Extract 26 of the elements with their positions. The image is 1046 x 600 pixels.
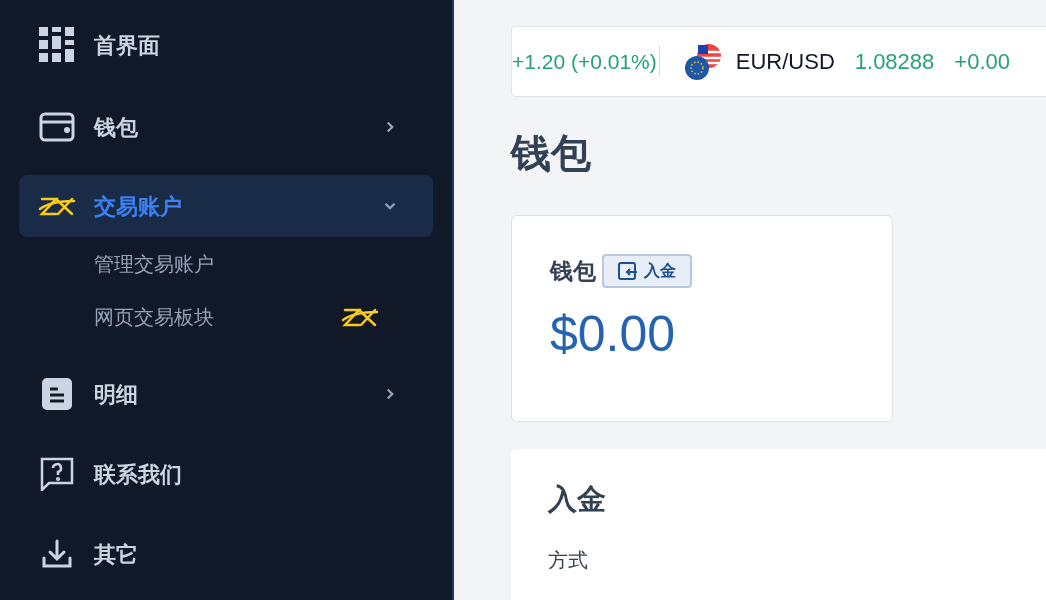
- method-label: 方式: [548, 550, 589, 570]
- wallet-in-icon: [618, 262, 638, 281]
- card-title: 钱包: [550, 257, 596, 286]
- price: 1.08288: [854, 48, 935, 76]
- deposit-button[interactable]: 入金: [602, 254, 692, 289]
- logo-icon: [38, 195, 76, 217]
- nav-item[interactable]: 交易账户: [19, 175, 433, 237]
- currency-flags-icon: [683, 42, 722, 81]
- nav-item[interactable]: 首界面: [19, 14, 433, 76]
- document-icon: [42, 378, 72, 410]
- submenu-item[interactable]: 网页交易板块: [19, 290, 379, 343]
- card-title: 入金: [548, 485, 607, 514]
- nav-item[interactable]: 钱包: [19, 96, 433, 158]
- price-change: +1.20 (+0.01%): [512, 45, 660, 78]
- nav-item[interactable]: 其它: [19, 523, 433, 585]
- balance-amount: $0.00: [550, 308, 677, 359]
- grid-icon: [39, 27, 75, 63]
- submenu-item[interactable]: 管理交易账户: [19, 237, 379, 290]
- currency-pair: EUR/USD: [735, 48, 835, 76]
- wallet-icon: [39, 112, 75, 142]
- nav-item[interactable]: 联系我们: [19, 443, 433, 505]
- help-icon: [40, 457, 74, 491]
- nav-item[interactable]: 明细: [19, 363, 433, 425]
- price-change: +0.00: [954, 48, 1010, 76]
- page-title: 钱包: [511, 133, 592, 173]
- download-icon: [41, 539, 73, 569]
